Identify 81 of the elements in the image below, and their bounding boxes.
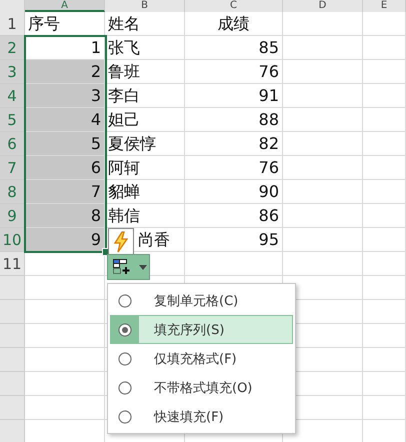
- menu-item[interactable]: 填充序列(S): [110, 315, 293, 344]
- radio-icon: [118, 380, 132, 394]
- autofill-options-button[interactable]: [107, 254, 150, 280]
- row-header[interactable]: [0, 300, 25, 324]
- row-header[interactable]: [0, 348, 25, 372]
- table-cell: 86: [185, 204, 283, 228]
- table-cell: 88: [185, 108, 283, 132]
- table-cell: [363, 372, 406, 396]
- menu-item[interactable]: 仅填充格式(F): [110, 344, 293, 373]
- table-cell: [363, 156, 406, 180]
- table-cell: 张飞: [105, 36, 185, 60]
- row-header[interactable]: 5: [0, 108, 25, 132]
- fill-options-icon: [113, 259, 131, 275]
- row-header[interactable]: 3: [0, 60, 25, 84]
- row-header[interactable]: 9: [0, 204, 25, 228]
- table-cell: [363, 12, 406, 36]
- table-cell: 91: [185, 84, 283, 108]
- table-cell: 8: [25, 204, 105, 228]
- table-cell: 4: [25, 108, 105, 132]
- table-cell: 95: [185, 228, 283, 252]
- row-header[interactable]: 11: [0, 252, 25, 276]
- table-cell: 夏侯惇: [105, 132, 185, 156]
- table-cell: [363, 204, 406, 228]
- table-cell: 鲁班: [105, 60, 185, 84]
- lightning-icon: [113, 231, 129, 253]
- row-header[interactable]: 6: [0, 132, 25, 156]
- row-header[interactable]: 7: [0, 156, 25, 180]
- table-cell: [363, 348, 406, 372]
- table-cell: 貂蝉: [105, 180, 185, 204]
- table-cell: 85: [185, 36, 283, 60]
- row-header[interactable]: [0, 324, 25, 348]
- column-header[interactable]: E: [363, 0, 406, 12]
- table-cell: 82: [185, 132, 283, 156]
- table-cell: [363, 276, 406, 300]
- table-cell: [363, 180, 406, 204]
- table-cell: [363, 108, 406, 132]
- table-cell: [363, 396, 406, 420]
- menu-item[interactable]: 快速填充(F): [110, 402, 293, 431]
- caret-icon: [139, 264, 147, 270]
- table-cell: [363, 132, 406, 156]
- table-cell: 阿轲: [105, 156, 185, 180]
- table-cell: [363, 300, 406, 324]
- table-cell: 成绩: [185, 12, 283, 36]
- column-header[interactable]: A: [25, 0, 105, 12]
- table-cell: [363, 252, 406, 276]
- table-cell: 序号: [25, 12, 105, 36]
- table-cell: 7: [25, 180, 105, 204]
- radio-icon: [118, 410, 132, 424]
- table-cell: 2: [25, 60, 105, 84]
- table-cell: 6: [25, 156, 105, 180]
- table-cell: 3: [25, 84, 105, 108]
- menu-item[interactable]: 不带格式填充(O): [110, 373, 293, 402]
- column-header[interactable]: C: [185, 0, 283, 12]
- table-cell: [363, 84, 406, 108]
- table-cell: [363, 228, 406, 252]
- table-cell: 90: [185, 180, 283, 204]
- row-header[interactable]: [0, 396, 25, 420]
- table-cell: 76: [185, 60, 283, 84]
- table-cell: [363, 60, 406, 84]
- menu-item[interactable]: 复制单元格(C): [110, 286, 293, 315]
- table-cell: [363, 36, 406, 60]
- row-header[interactable]: 8: [0, 180, 25, 204]
- table-cell: 76: [185, 156, 283, 180]
- row-header[interactable]: 1: [0, 12, 25, 36]
- table-cell: 妲己: [105, 108, 185, 132]
- radio-icon: [118, 322, 132, 336]
- table-cell: 5: [25, 132, 105, 156]
- row-header[interactable]: 4: [0, 84, 25, 108]
- row-header[interactable]: [0, 372, 25, 396]
- row-header[interactable]: [0, 276, 25, 300]
- table-cell: 9: [25, 228, 105, 252]
- table-cell: 李白: [105, 84, 185, 108]
- column-header[interactable]: B: [105, 0, 185, 12]
- radio-icon: [118, 352, 132, 366]
- row-header[interactable]: [0, 420, 25, 442]
- table-cell: 姓名: [105, 12, 185, 36]
- row-header[interactable]: 2: [0, 36, 25, 60]
- radio-icon: [118, 294, 132, 308]
- row-header[interactable]: 10: [0, 228, 25, 252]
- column-header[interactable]: D: [283, 0, 363, 12]
- table-cell: [363, 324, 406, 348]
